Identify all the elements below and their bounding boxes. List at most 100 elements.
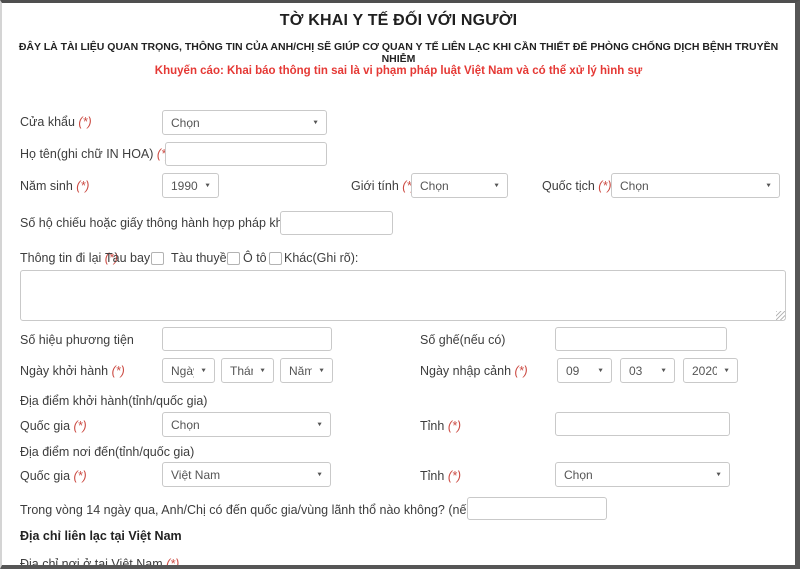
select-value: 03 — [629, 364, 642, 378]
chevron-down-icon: ▼ — [487, 183, 500, 189]
travel-checkbox-tau-thuyen[interactable] — [227, 252, 240, 265]
gender-label: Giới tính (*) — [351, 178, 415, 194]
vehicle-number-input[interactable] — [162, 327, 332, 351]
required-mark: (*) — [78, 115, 91, 129]
chevron-down-icon: ▼ — [709, 472, 722, 478]
border-gate-select[interactable]: Chọn ▼ — [162, 110, 327, 135]
entry-day-select[interactable]: 09 ▼ — [557, 358, 612, 383]
recent-countries-input[interactable] — [467, 497, 607, 520]
passport-input[interactable] — [280, 211, 393, 235]
gender-select[interactable]: Chọn ▼ — [411, 173, 508, 198]
border-gate-label-text: Cửa khẩu — [20, 115, 75, 129]
entry-date-label-text: Ngày nhập cảnh — [420, 364, 511, 378]
chevron-down-icon: ▼ — [654, 368, 667, 374]
residence-address-label: Địa chỉ nơi ở tại Việt Nam (*) — [20, 556, 179, 569]
chevron-down-icon: ▼ — [591, 368, 604, 374]
travel-option-o-to-label: Ô tô — [243, 250, 267, 266]
chevron-down-icon: ▼ — [198, 183, 211, 189]
destination-place-section-label: Địa điểm nơi đến(tỉnh/quốc gia) — [20, 444, 194, 460]
destination-province-select[interactable]: Chọn ▼ — [555, 462, 730, 487]
departure-month-select[interactable]: Thán ▼ — [221, 358, 274, 383]
contact-section-title: Địa chỉ liên lạc tại Việt Nam — [20, 528, 182, 544]
vehicle-number-label: Số hiệu phương tiện — [20, 332, 134, 348]
travel-other-textarea[interactable] — [20, 270, 786, 321]
required-mark: (*) — [598, 179, 611, 193]
select-value: Năm — [289, 364, 312, 378]
required-mark: (*) — [74, 419, 87, 433]
select-value: 1990 — [171, 179, 198, 193]
departure-province-label: Tỉnh (*) — [420, 418, 461, 434]
required-mark: (*) — [74, 469, 87, 483]
chevron-down-icon: ▼ — [253, 368, 266, 374]
select-value: Chọn — [171, 418, 200, 432]
required-mark: (*) — [76, 179, 89, 193]
required-mark: (*) — [448, 419, 461, 433]
form-title: TỜ KHAI Y TẾ ĐỐI VỚI NGƯỜI — [2, 12, 795, 30]
travel-checkbox-o-to[interactable] — [269, 252, 282, 265]
destination-province-label: Tỉnh (*) — [420, 468, 461, 484]
departure-date-label-text: Ngày khởi hành — [20, 364, 108, 378]
chevron-down-icon: ▼ — [717, 368, 730, 374]
entry-date-label: Ngày nhập cảnh (*) — [420, 363, 528, 379]
required-mark: (*) — [515, 364, 528, 378]
entry-year-select[interactable]: 2020 ▼ — [683, 358, 738, 383]
travel-info-label: Thông tin đi lại (*) — [20, 250, 118, 266]
residence-address-label-text: Địa chỉ nơi ở tại Việt Nam — [20, 557, 163, 569]
full-name-label-text: Họ tên(ghi chữ IN HOA) — [20, 147, 153, 161]
passport-label-text: Số hộ chiếu hoặc giấy thông hành hợp phá… — [20, 216, 296, 230]
departure-place-section-label: Địa điểm khởi hành(tỉnh/quốc gia) — [20, 393, 207, 409]
travel-option-tau-thuyen-label: Tàu thuyền — [171, 250, 234, 266]
select-value: 09 — [566, 364, 579, 378]
nationality-label-text: Quốc tịch — [542, 179, 595, 193]
departure-province-label-text: Tỉnh — [420, 419, 444, 433]
travel-checkbox-tau-bay[interactable] — [151, 252, 164, 265]
nationality-label: Quốc tịch (*) — [542, 178, 612, 194]
destination-country-label: Quốc gia (*) — [20, 468, 87, 484]
full-name-label: Họ tên(ghi chữ IN HOA) (*) — [20, 146, 170, 162]
select-value: Ngày — [171, 364, 194, 378]
departure-day-select[interactable]: Ngày ▼ — [162, 358, 215, 383]
select-value: Chọn — [620, 179, 649, 193]
departure-country-select[interactable]: Chọn ▼ — [162, 412, 331, 437]
chevron-down-icon: ▼ — [312, 368, 325, 374]
select-value: Chọn — [171, 116, 200, 130]
birth-year-select[interactable]: 1990 ▼ — [162, 173, 219, 198]
departure-year-select[interactable]: Năm ▼ — [280, 358, 333, 383]
passport-label: Số hộ chiếu hoặc giấy thông hành hợp phá… — [20, 215, 312, 231]
health-declaration-form: TỜ KHAI Y TẾ ĐỐI VỚI NGƯỜI ĐÂY LÀ TÀI LI… — [0, 0, 800, 569]
form-warning: Khuyến cáo: Khai báo thông tin sai là vi… — [2, 65, 795, 77]
chevron-down-icon: ▼ — [194, 368, 207, 374]
departure-province-input[interactable] — [555, 412, 730, 436]
select-value: Việt Nam — [171, 468, 220, 482]
chevron-down-icon: ▼ — [759, 183, 772, 189]
seat-number-input[interactable] — [555, 327, 727, 351]
chevron-down-icon: ▼ — [310, 422, 323, 428]
birth-year-label-text: Năm sinh — [20, 179, 73, 193]
chevron-down-icon: ▼ — [310, 472, 323, 478]
required-mark: (*) — [448, 469, 461, 483]
select-value: Chọn — [564, 468, 593, 482]
nationality-select[interactable]: Chọn ▼ — [611, 173, 780, 198]
seat-number-label: Số ghế(nếu có) — [420, 332, 505, 348]
entry-month-select[interactable]: 03 ▼ — [620, 358, 675, 383]
departure-country-label-text: Quốc gia — [20, 419, 70, 433]
form-subtitle: ĐÂY LÀ TÀI LIỆU QUAN TRỌNG, THÔNG TIN CỦ… — [2, 41, 795, 65]
select-value: Chọn — [420, 179, 449, 193]
recent-countries-label: Trong vòng 14 ngày qua, Anh/Chị có đến q… — [20, 502, 529, 518]
select-value: Thán — [230, 364, 253, 378]
destination-country-label-text: Quốc gia — [20, 469, 70, 483]
destination-province-label-text: Tỉnh — [420, 469, 444, 483]
chevron-down-icon: ▼ — [306, 120, 319, 126]
border-gate-label: Cửa khẩu (*) — [20, 114, 92, 130]
full-name-input[interactable] — [165, 142, 327, 166]
destination-country-select[interactable]: Việt Nam ▼ — [162, 462, 331, 487]
departure-date-label: Ngày khởi hành (*) — [20, 363, 125, 379]
gender-label-text: Giới tính — [351, 179, 399, 193]
select-value: 2020 — [692, 364, 717, 378]
travel-info-label-text: Thông tin đi lại — [20, 251, 101, 265]
resize-grip-icon[interactable] — [776, 311, 785, 320]
required-mark: (*) — [112, 364, 125, 378]
departure-country-label: Quốc gia (*) — [20, 418, 87, 434]
travel-option-tau-bay-label: Tàu bay — [105, 250, 150, 266]
travel-other-label: Khác(Ghi rõ): — [284, 250, 358, 266]
